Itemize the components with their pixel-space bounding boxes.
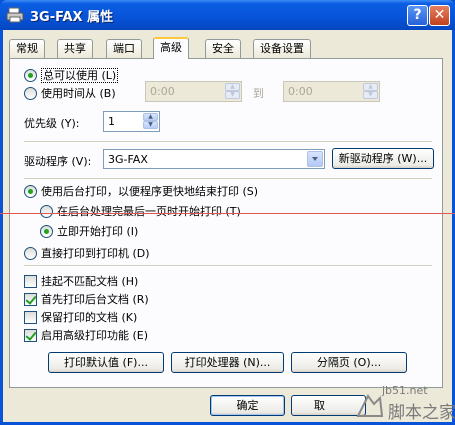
- close-button[interactable]: ✕: [429, 5, 450, 26]
- printing-defaults-button[interactable]: 打印默认值 (F)...: [48, 352, 164, 373]
- available-from-radio[interactable]: 使用时间从 (B): [24, 85, 116, 101]
- tab-device-settings[interactable]: 设备设置: [253, 39, 311, 58]
- radio-selected-indicator: [24, 185, 37, 198]
- hold-mismatched-checkbox[interactable]: 挂起不匹配文档 (H): [24, 273, 138, 289]
- print-spooled-first-label: 首先打印后台文档 (R): [41, 293, 149, 306]
- hold-mismatched-label: 挂起不匹配文档 (H): [41, 275, 139, 288]
- from-time-spinner[interactable]: 0:00 ▲ ▼: [145, 81, 242, 102]
- print-immediately-label: 立即开始打印 (I): [57, 225, 139, 238]
- driver-value: 3G-FAX: [108, 153, 148, 166]
- radio-selected-indicator: [40, 225, 53, 238]
- tab-ports[interactable]: 端口: [106, 39, 142, 58]
- tab-general[interactable]: 常规: [9, 39, 45, 58]
- print-immediately-radio[interactable]: 立即开始打印 (I): [40, 223, 138, 239]
- radio-selected-indicator: [24, 69, 37, 82]
- tab-security[interactable]: 安全: [205, 39, 241, 58]
- advanced-panel: 总可以使用 (L) 使用时间从 (B) 0:00 ▲ ▼ 到 0:00 ▲ ▼ 优先…: [9, 58, 443, 388]
- dialog-client: 常规 共享 端口 高级 安全 设备设置 总可以使用 (L) 使用时间从 (B) …: [3, 30, 452, 422]
- to-label: 到: [253, 87, 264, 100]
- print-after-last-page-label: 在后台处理完最后一页时开始打印 (T): [57, 205, 241, 218]
- print-after-last-page-radio[interactable]: 在后台处理完最后一页时开始打印 (T): [40, 203, 241, 219]
- keep-printed-checkbox[interactable]: 保留打印的文档 (K): [24, 309, 137, 325]
- spin-down-icon[interactable]: ▼: [225, 91, 240, 99]
- chevron-down-icon[interactable]: [307, 151, 323, 167]
- checkmark-icon: [24, 293, 37, 306]
- title-bar[interactable]: 3G-FAX 属性 ? ✕: [0, 0, 455, 30]
- radio-unselected-indicator: [40, 205, 53, 218]
- always-available-label: 总可以使用 (L): [41, 68, 119, 83]
- watermark-site: jb51.net: [382, 384, 428, 397]
- spin-up-icon[interactable]: ▲: [225, 83, 240, 91]
- watermark-brand: 脚本之家: [388, 403, 455, 423]
- new-driver-button[interactable]: 新驱动程序 (W)...: [332, 148, 434, 169]
- advanced-features-label: 启用高级打印功能 (E): [41, 329, 149, 342]
- spin-up-icon[interactable]: ▲: [363, 83, 378, 91]
- print-direct-label: 直接打印到打印机 (D): [41, 247, 150, 260]
- spin-down-icon[interactable]: ▼: [143, 121, 158, 129]
- spin-up-icon[interactable]: ▲: [143, 113, 158, 121]
- annotation-line: [0, 213, 455, 214]
- separator-page-button[interactable]: 分隔页 (O)...: [291, 352, 407, 373]
- separator: [24, 141, 432, 143]
- print-spooled-first-checkbox[interactable]: 首先打印后台文档 (R): [24, 291, 149, 307]
- always-available-radio[interactable]: 总可以使用 (L): [24, 67, 119, 83]
- use-spool-radio[interactable]: 使用后台打印，以便程序更快地结束打印 (S): [24, 183, 258, 199]
- available-from-label: 使用时间从 (B): [41, 87, 116, 100]
- help-button[interactable]: ?: [407, 5, 428, 26]
- priority-value: 1: [108, 115, 115, 128]
- from-time-value: 0:00: [150, 85, 175, 98]
- separator: [24, 178, 432, 180]
- radio-unselected-indicator: [24, 87, 37, 100]
- tab-sharing[interactable]: 共享: [57, 39, 93, 58]
- spin-down-icon[interactable]: ▼: [363, 91, 378, 99]
- driver-select[interactable]: 3G-FAX: [103, 149, 325, 169]
- radio-unselected-indicator: [24, 247, 37, 260]
- print-processor-button[interactable]: 打印处理器 (N)...: [171, 352, 284, 373]
- to-time-spinner[interactable]: 0:00 ▲ ▼: [283, 81, 380, 102]
- use-spool-label: 使用后台打印，以便程序更快地结束打印 (S): [41, 185, 259, 198]
- separator: [24, 265, 432, 267]
- checkmark-icon: [24, 329, 37, 342]
- printer-icon: [6, 7, 24, 23]
- ok-button[interactable]: 确定: [210, 395, 285, 416]
- print-direct-radio[interactable]: 直接打印到打印机 (D): [24, 245, 150, 261]
- advanced-features-checkbox[interactable]: 启用高级打印功能 (E): [24, 327, 148, 343]
- priority-spinner[interactable]: 1 ▲ ▼: [103, 111, 160, 132]
- keep-printed-label: 保留打印的文档 (K): [41, 311, 138, 324]
- driver-label: 驱动程序 (V):: [24, 155, 92, 168]
- to-time-value: 0:00: [288, 85, 313, 98]
- tab-advanced[interactable]: 高级: [153, 37, 189, 59]
- checkbox-unchecked-indicator: [24, 311, 37, 324]
- checkbox-unchecked-indicator: [24, 275, 37, 288]
- window-title: 3G-FAX 属性: [30, 10, 114, 25]
- priority-label: 优先级 (Y):: [24, 117, 80, 130]
